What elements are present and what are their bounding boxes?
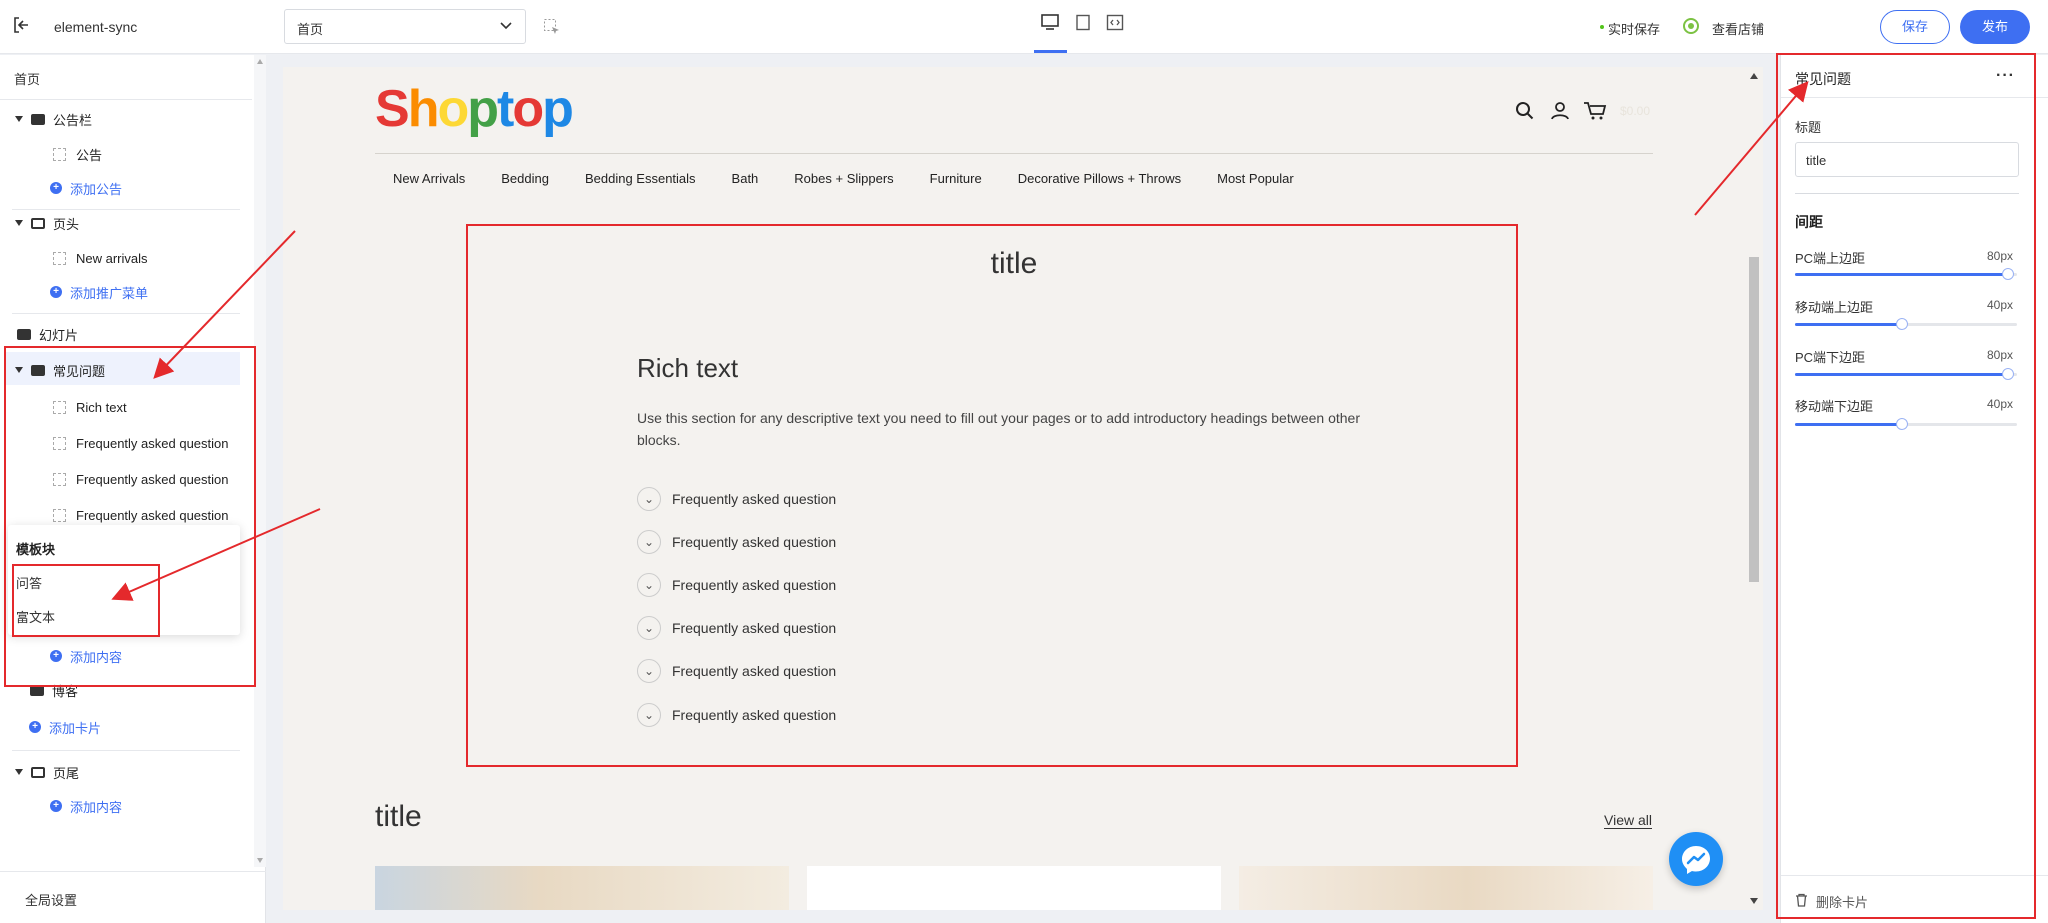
annotation-arrows [111, 80, 1809, 601]
